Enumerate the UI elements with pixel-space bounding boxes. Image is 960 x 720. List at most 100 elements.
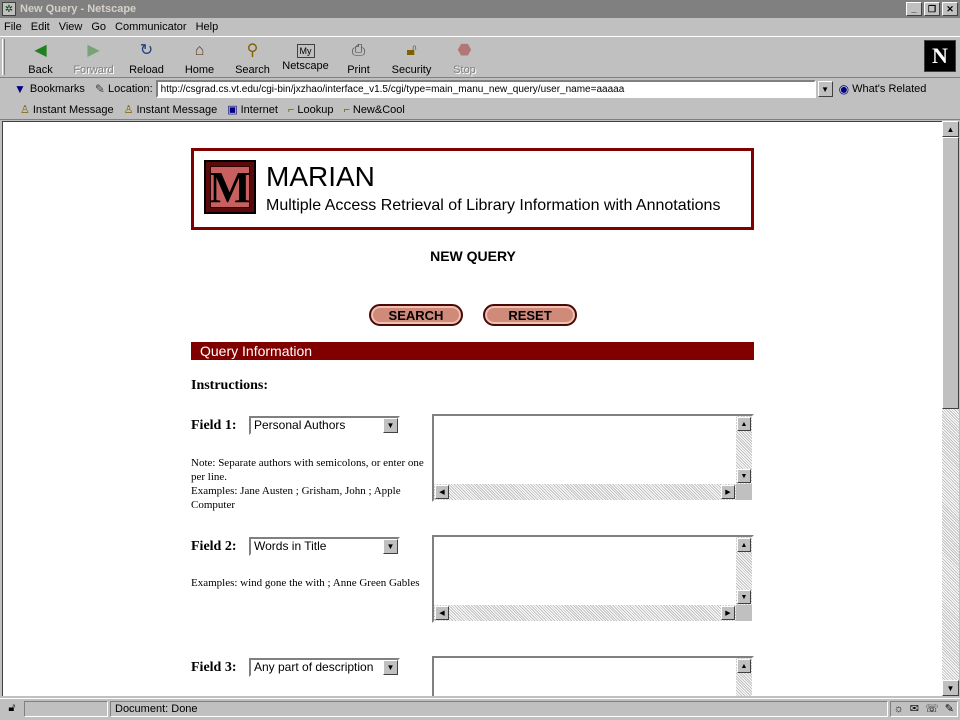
scroll-down-icon[interactable]: ▼ <box>737 469 751 483</box>
netscape-app-icon[interactable]: ✲ <box>2 2 16 16</box>
netscape-logo-icon[interactable]: N <box>924 40 956 72</box>
scroll-right-icon[interactable]: ▶ <box>721 606 735 620</box>
scroll-up-icon[interactable]: ▲ <box>942 121 959 137</box>
location-label: ✎ Location: <box>95 82 153 96</box>
whats-related-label: What's Related <box>852 83 927 95</box>
window-title: New Query - Netscape <box>20 3 137 15</box>
field-2-textarea[interactable]: ▲ ▼ ◀ ▶ <box>432 535 754 623</box>
reload-label: Reload <box>129 64 164 76</box>
folder-icon: ⌐ <box>343 103 350 116</box>
forward-arrow-icon: ▶ <box>87 42 100 59</box>
minimize-button[interactable]: _ <box>906 2 922 16</box>
menu-help[interactable]: Help <box>196 21 219 33</box>
chevron-down-icon[interactable]: ▼ <box>383 539 398 554</box>
personal-item-label: Instant Message <box>32 103 114 116</box>
scroll-down-icon[interactable]: ▼ <box>942 680 959 696</box>
composer-icon[interactable]: ✎ <box>945 702 954 715</box>
bookmark-icon: ▼ <box>14 82 26 96</box>
security-status-icon[interactable]: 🔓︎ <box>2 701 22 717</box>
personal-item-newcool[interactable]: ⌐ New&Cool <box>343 104 404 116</box>
field-1-textarea[interactable]: ▲ ▼ ◀ ▶ <box>432 414 754 502</box>
logo-letter: M <box>209 162 251 212</box>
query-search-button[interactable]: SEARCH <box>369 304 463 326</box>
scroll-up-icon[interactable]: ▲ <box>737 659 751 673</box>
banner-title: MARIAN <box>266 161 375 192</box>
page-viewport: M MARIAN Multiple Access Retrieval of Li… <box>2 121 942 696</box>
location-label-text: Location: <box>107 83 153 95</box>
stop-icon: ⬣ <box>457 42 472 59</box>
mail-icon[interactable]: ✉ <box>910 702 919 715</box>
printer-icon: ⎙ <box>352 42 365 59</box>
personal-item-instant-message-1[interactable]: ♙ Instant Message <box>20 103 114 117</box>
field-2-label: Field 2: <box>191 539 237 554</box>
instant-message-icon: ♙ <box>123 104 134 116</box>
whats-related-button[interactable]: ◉ What's Related <box>839 82 927 96</box>
textarea-hscroll[interactable] <box>434 605 736 621</box>
progress-bar <box>24 700 108 717</box>
security-button[interactable]: 🔓︎ Security <box>385 37 438 77</box>
navigation-toolbar: ◀ Back ▶ Forward ↻ Reload ⌂ Home ⚲ Searc… <box>0 36 960 78</box>
search-label: Search <box>235 64 270 76</box>
menu-view[interactable]: View <box>59 21 83 33</box>
scroll-up-icon[interactable]: ▲ <box>737 417 751 431</box>
print-button[interactable]: ⎙ Print <box>332 37 385 77</box>
url-input[interactable]: http://csgrad.cs.vt.edu/cgi-bin/jxzhao/i… <box>155 80 816 98</box>
stop-label: Stop <box>453 64 476 76</box>
chevron-down-icon[interactable]: ▼ <box>383 418 398 433</box>
personal-item-lookup[interactable]: ⌐ Lookup <box>288 104 334 116</box>
field-2-select[interactable]: Words in Title ▼ <box>249 537 400 556</box>
scroll-left-icon[interactable]: ◀ <box>435 485 449 499</box>
personal-toolbar: ♙ Instant Message ♙ Instant Message ▣ In… <box>0 100 960 120</box>
component-tray: ☼ ✉ ☏ ✎ <box>889 700 958 717</box>
field-3-label: Field 3: <box>191 660 237 675</box>
bookmarks-button[interactable]: ▼ Bookmarks <box>14 82 85 96</box>
back-label: Back <box>28 64 53 76</box>
forward-button[interactable]: ▶ Forward <box>67 37 120 77</box>
security-label: Security <box>391 64 432 76</box>
status-bar: 🔓︎ Document: Done ☼ ✉ ☏ ✎ <box>0 698 960 718</box>
forward-label: Forward <box>73 64 114 76</box>
field-3-select[interactable]: Any part of description ▼ <box>249 658 400 677</box>
field-3-selected: Any part of description <box>254 660 374 674</box>
field-2-note: Examples: wind gone the with ; Anne Gree… <box>191 577 420 589</box>
personal-item-instant-message-2[interactable]: ♙ Instant Message <box>123 103 218 117</box>
stop-button[interactable]: ⬣ Stop <box>438 37 491 77</box>
maximize-button[interactable]: ❐ <box>924 2 940 16</box>
scroll-left-icon[interactable]: ◀ <box>435 606 449 620</box>
textarea-hscroll[interactable] <box>434 484 736 500</box>
scroll-up-icon[interactable]: ▲ <box>737 538 751 552</box>
chevron-down-icon[interactable]: ▼ <box>383 660 398 675</box>
menu-file[interactable]: File <box>4 21 22 33</box>
menu-communicator[interactable]: Communicator <box>115 21 187 33</box>
scroll-down-icon[interactable]: ▼ <box>737 590 751 604</box>
navigator-icon[interactable]: ☼ <box>894 703 904 715</box>
scroll-right-icon[interactable]: ▶ <box>721 485 735 499</box>
field-1-select[interactable]: Personal Authors ▼ <box>249 416 400 435</box>
url-history-dropdown[interactable]: ▼ <box>817 81 833 97</box>
field-1-label: Field 1: <box>191 418 237 433</box>
field-3-textarea[interactable]: ▲ <box>432 656 754 696</box>
page-proxy-icon[interactable]: ✎ <box>95 82 105 96</box>
query-reset-button[interactable]: RESET <box>483 304 577 326</box>
related-icon: ◉ <box>838 82 850 96</box>
reload-button[interactable]: ↻ Reload <box>120 37 173 77</box>
toolbar-grip[interactable] <box>2 39 5 75</box>
home-button[interactable]: ⌂ Home <box>173 37 226 77</box>
personal-item-label: Internet <box>240 103 278 116</box>
menu-go[interactable]: Go <box>91 21 106 33</box>
discussion-icon[interactable]: ☏ <box>925 702 939 715</box>
page-heading: NEW QUERY <box>430 248 516 264</box>
page-vertical-scrollbar[interactable]: ▲ ▼ <box>942 121 959 696</box>
search-button[interactable]: ⚲ Search <box>226 37 279 77</box>
personal-item-label: Instant Message <box>136 103 218 116</box>
internet-icon: ▣ <box>227 104 238 116</box>
scroll-thumb[interactable] <box>942 137 959 409</box>
close-button[interactable]: ✕ <box>942 2 958 16</box>
personal-item-internet[interactable]: ▣ Internet <box>227 103 278 117</box>
location-toolbar: ▼ Bookmarks ✎ Location: http://csgrad.cs… <box>0 79 960 99</box>
back-arrow-icon: ◀ <box>34 42 47 59</box>
back-button[interactable]: ◀ Back <box>14 37 67 77</box>
netscape-button[interactable]: My Netscape <box>279 37 332 77</box>
menu-edit[interactable]: Edit <box>31 21 50 33</box>
textarea-corner <box>736 484 752 500</box>
